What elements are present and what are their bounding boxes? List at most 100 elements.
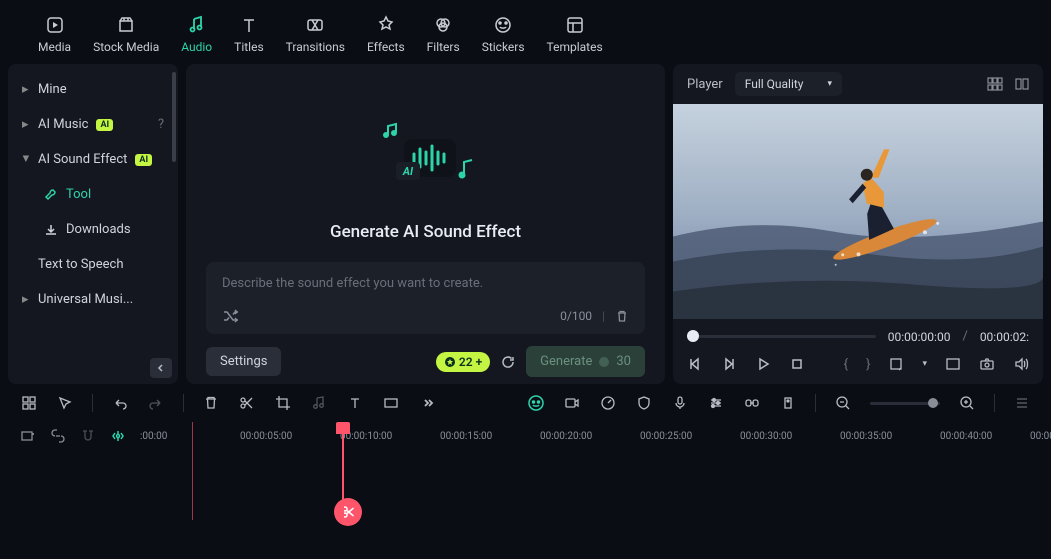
auto-ripple-icon[interactable]: [110, 428, 126, 444]
tab-filters[interactable]: Filters: [427, 14, 460, 54]
adjust-icon[interactable]: [707, 394, 725, 412]
sidebar-item-mine[interactable]: ▸ Mine: [8, 72, 178, 107]
progress-thumb[interactable]: [687, 330, 699, 342]
mic-icon[interactable]: [671, 394, 689, 412]
sidebar-item-universal-music[interactable]: ▸ Universal Musi...: [8, 282, 178, 317]
tab-transitions[interactable]: Transitions: [286, 14, 345, 54]
volume-icon[interactable]: [1013, 356, 1029, 372]
tab-titles[interactable]: Titles: [234, 14, 263, 54]
layout-icon[interactable]: [20, 394, 38, 412]
top-tab-bar: Media Stock Media Audio Titles Transitio…: [0, 0, 1051, 64]
snap-icon[interactable]: [80, 428, 96, 444]
titles-icon: [238, 14, 260, 36]
snapshot-icon[interactable]: [979, 356, 995, 372]
panel-title: Generate AI Sound Effect: [330, 222, 521, 242]
settings-button[interactable]: Settings: [206, 347, 281, 376]
templates-icon: [564, 14, 586, 36]
zoom-in-icon[interactable]: [958, 394, 976, 412]
refresh-icon[interactable]: [500, 354, 516, 370]
collapse-sidebar-button[interactable]: [150, 358, 172, 378]
prompt-textarea[interactable]: Describe the sound effect you want to cr…: [222, 276, 629, 300]
list-view-icon[interactable]: [1013, 394, 1031, 412]
playback-progress[interactable]: [687, 335, 876, 338]
video-preview[interactable]: [673, 104, 1043, 319]
ruler-mark: 00:00:45: [1030, 431, 1051, 442]
tab-media[interactable]: Media: [38, 14, 71, 54]
chevron-right-icon: ▸: [22, 292, 30, 307]
mark-out-icon[interactable]: }: [866, 357, 870, 372]
shuffle-icon[interactable]: [222, 308, 238, 324]
next-frame-button[interactable]: [721, 356, 737, 372]
tab-label: Titles: [234, 40, 263, 54]
sidebar-item-ai-music[interactable]: ▸ AI Music AI ?: [8, 107, 178, 142]
stickers-icon: [492, 14, 514, 36]
crop-tool-icon[interactable]: [274, 394, 292, 412]
aspect-icon[interactable]: [382, 394, 400, 412]
chevron-down-icon[interactable]: ▾: [922, 359, 927, 369]
fullscreen-icon[interactable]: [945, 356, 961, 372]
prev-frame-button[interactable]: [687, 356, 703, 372]
current-time: 00:00:00:00: [888, 330, 951, 344]
tab-stickers[interactable]: Stickers: [482, 14, 525, 54]
split-icon[interactable]: [238, 394, 256, 412]
add-track-icon[interactable]: [20, 428, 36, 444]
zoom-slider[interactable]: [870, 402, 940, 405]
mark-in-icon[interactable]: {: [844, 357, 848, 372]
record-icon[interactable]: [563, 394, 581, 412]
zoom-thumb[interactable]: [928, 398, 938, 408]
tab-label: Media: [38, 40, 71, 54]
sidebar-item-tool[interactable]: Tool: [8, 177, 178, 212]
layout-grid-icon[interactable]: [987, 77, 1003, 91]
tab-templates[interactable]: Templates: [547, 14, 603, 54]
more-icon[interactable]: [418, 394, 436, 412]
link-toggle-icon[interactable]: [50, 428, 66, 444]
delete-icon[interactable]: [202, 394, 220, 412]
audio-sidebar: ▸ Mine ▸ AI Music AI ? ▸ AI Sound Effect…: [8, 64, 178, 384]
quality-value: Full Quality: [745, 77, 804, 91]
ruler-mark: 00:00:40:00: [940, 431, 992, 442]
playhead[interactable]: [342, 422, 344, 520]
undo-icon[interactable]: [111, 394, 129, 412]
generate-button[interactable]: Generate 30: [526, 346, 645, 377]
trash-icon[interactable]: [615, 309, 629, 323]
zoom-out-icon[interactable]: [834, 394, 852, 412]
quality-dropdown[interactable]: Full Quality ▾: [735, 72, 842, 96]
sidebar-item-ai-sound-effect[interactable]: ▸ AI Sound Effect AI: [8, 142, 178, 177]
tab-stock-media[interactable]: Stock Media: [93, 14, 159, 54]
redo-icon[interactable]: [147, 394, 165, 412]
compare-icon[interactable]: [1015, 77, 1029, 91]
tab-label: Stickers: [482, 40, 525, 54]
generate-cost: 30: [616, 354, 631, 369]
credits-badge[interactable]: 22 +: [436, 352, 490, 372]
sidebar-item-downloads[interactable]: Downloads: [8, 212, 178, 247]
tab-audio[interactable]: Audio: [181, 14, 212, 54]
marker-icon[interactable]: [779, 394, 797, 412]
cut-marker[interactable]: [334, 498, 362, 526]
prompt-input-box: Describe the sound effect you want to cr…: [206, 262, 645, 334]
tab-label: Transitions: [286, 40, 345, 54]
scrollbar-thumb[interactable]: [172, 72, 176, 162]
tab-effects[interactable]: Effects: [367, 14, 405, 54]
play-button[interactable]: [755, 356, 771, 372]
link-icon[interactable]: [743, 394, 761, 412]
stop-button[interactable]: [789, 356, 805, 372]
shield-icon[interactable]: [635, 394, 653, 412]
ai-badge: AI: [96, 119, 113, 131]
time-ruler[interactable]: :00:00 00:00:05:00 00:00:10:00 00:00:15:…: [140, 426, 1031, 446]
crop-icon[interactable]: [888, 356, 904, 372]
download-icon: [44, 223, 58, 237]
timeline-tracks[interactable]: [20, 450, 1031, 520]
media-icon: [44, 14, 66, 36]
pointer-icon[interactable]: [56, 394, 74, 412]
ai-sound-effect-panel: AI Generate AI Sound Effect Describe the…: [186, 64, 665, 384]
ai-assistant-icon[interactable]: [527, 394, 545, 412]
help-icon[interactable]: ?: [158, 117, 164, 132]
ruler-mark: 00:00:35:00: [840, 431, 892, 442]
text-tool-icon[interactable]: [346, 394, 364, 412]
guide-line: [192, 422, 193, 520]
tab-label: Audio: [181, 40, 212, 54]
sidebar-item-text-to-speech[interactable]: Text to Speech: [8, 247, 178, 282]
sidebar-item-label: Universal Musi...: [38, 292, 133, 307]
speed-icon[interactable]: [599, 394, 617, 412]
music-note-icon[interactable]: [310, 394, 328, 412]
